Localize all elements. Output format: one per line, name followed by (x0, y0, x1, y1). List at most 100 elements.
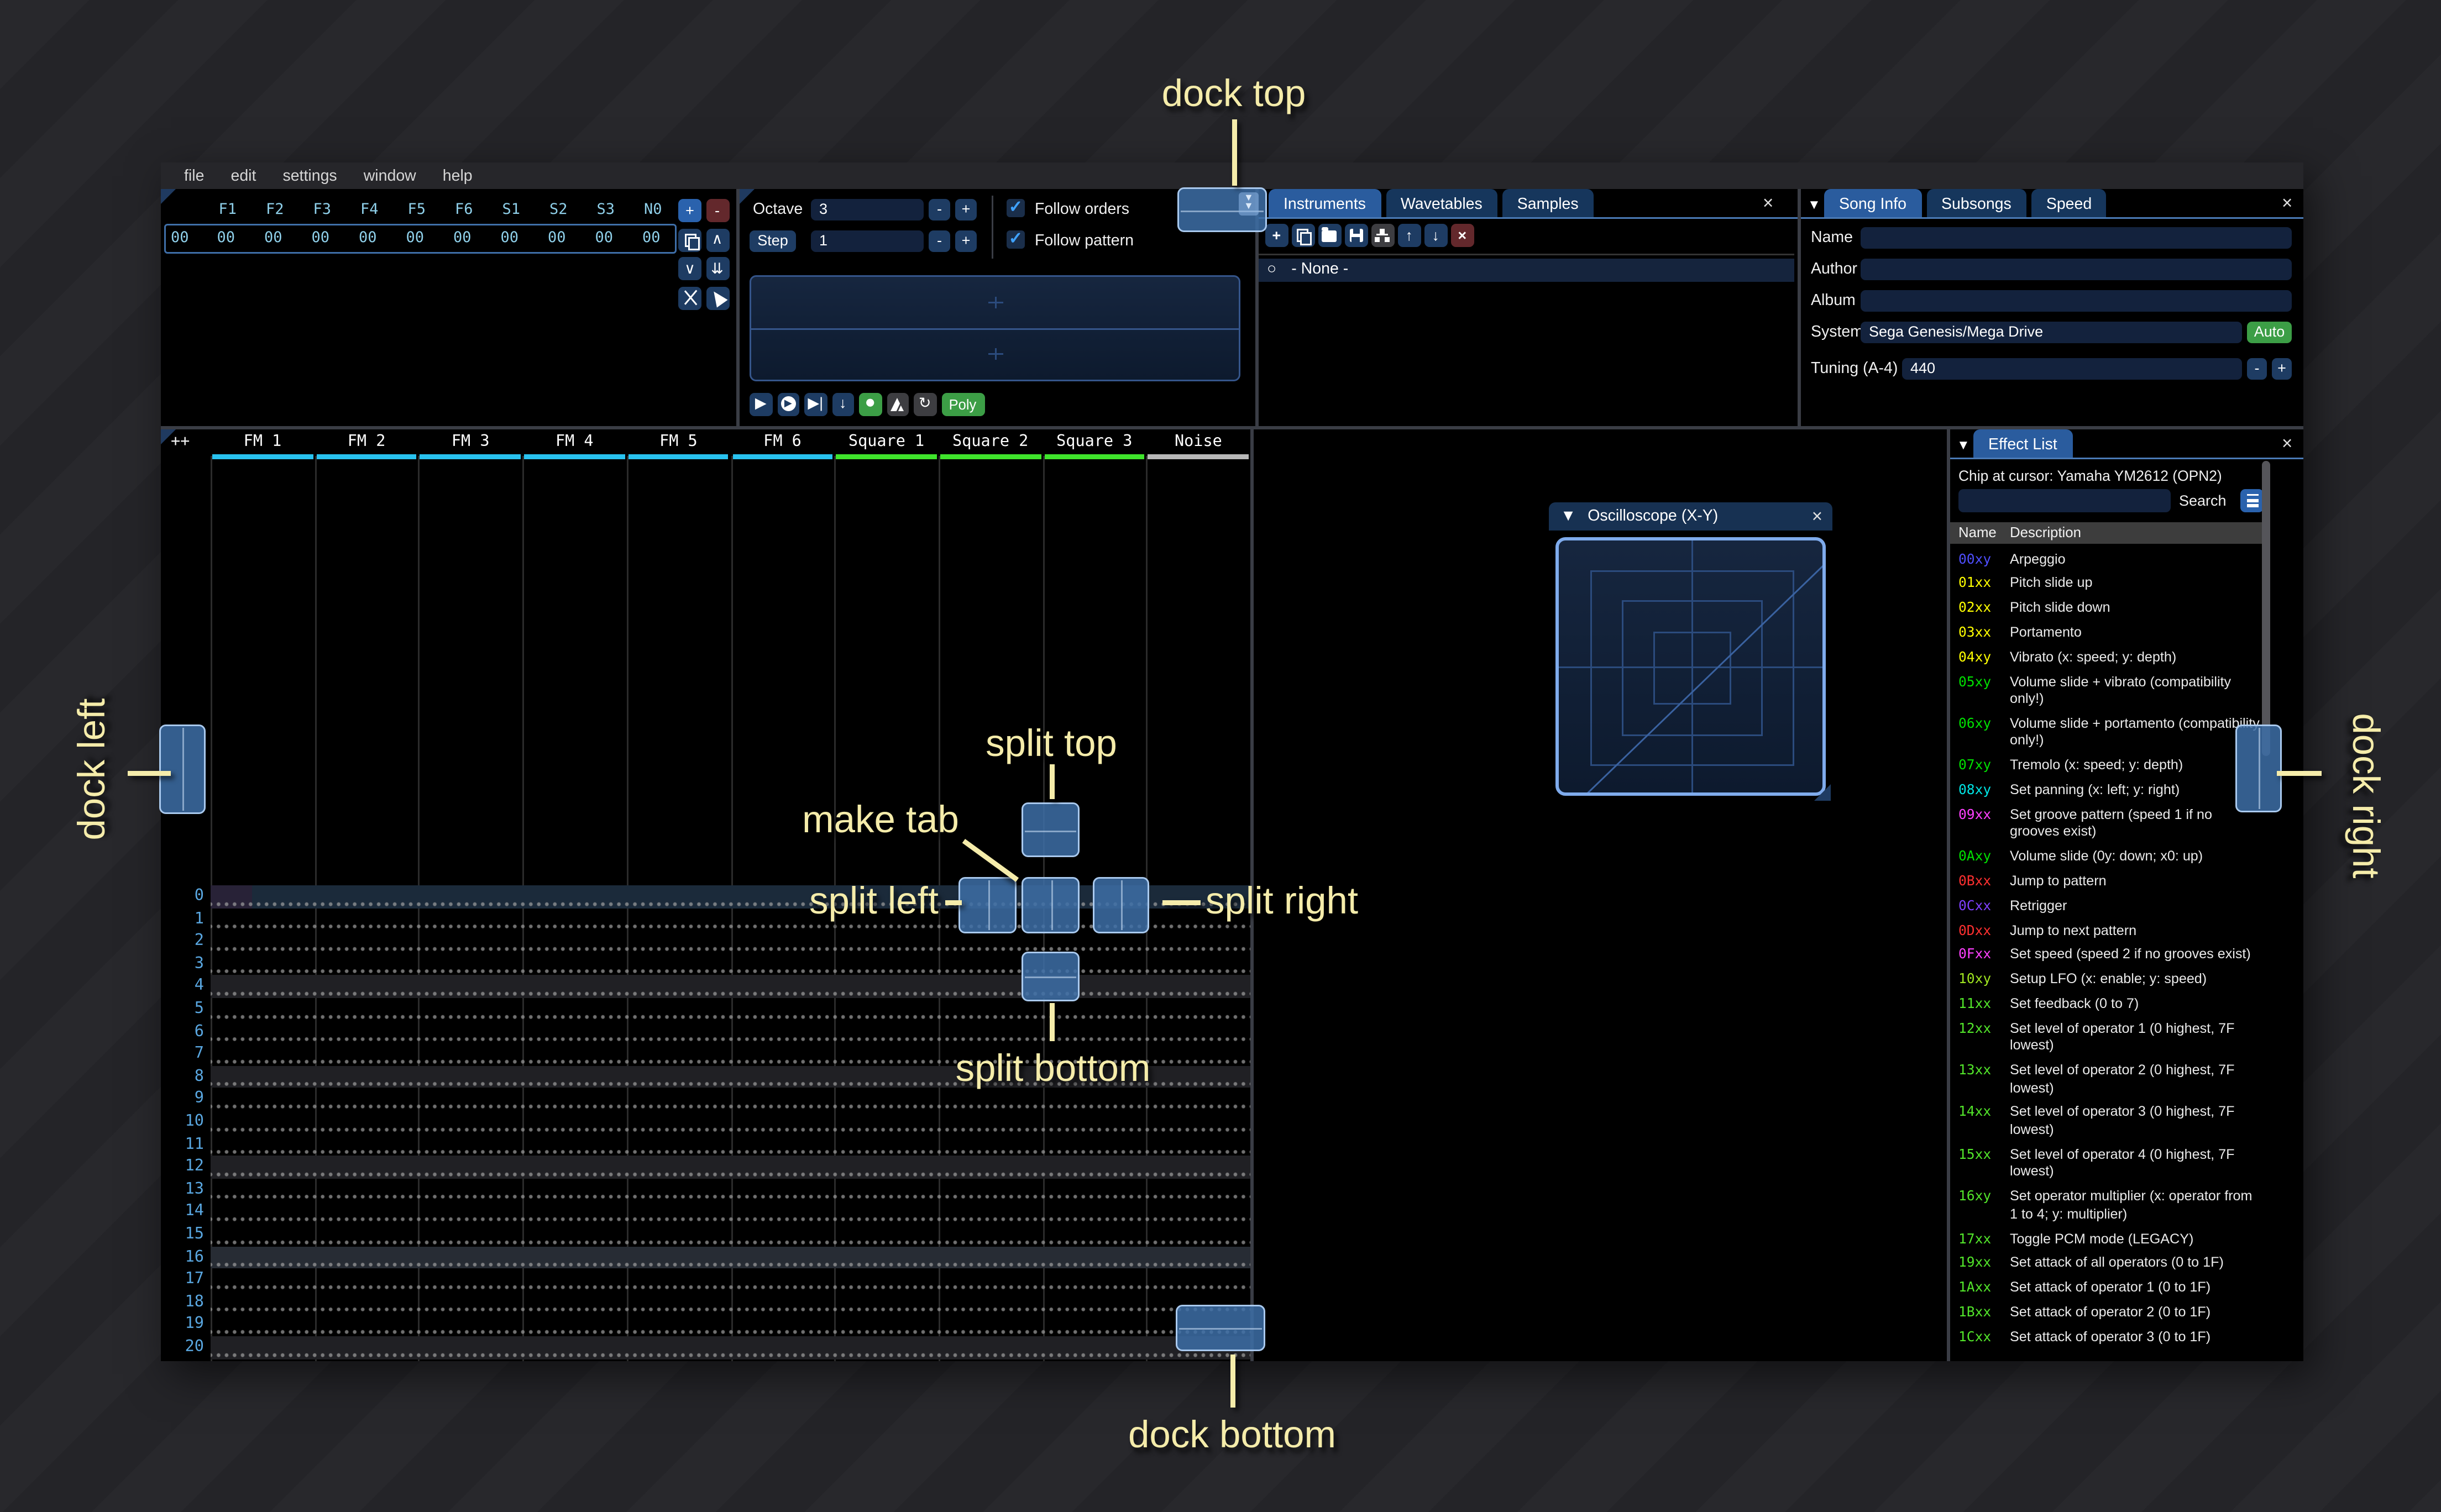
effectlist-close-icon[interactable]: × (2282, 435, 2292, 454)
channel-header-fm-6[interactable]: FM 6 (731, 431, 835, 453)
mouse-select-order-button[interactable] (705, 286, 729, 309)
play-button[interactable]: ▶ (750, 393, 772, 416)
dock-right-handle[interactable] (2235, 725, 2282, 812)
oscilloscope-window[interactable]: ▼ Oscilloscope (X-Y) × (1549, 502, 1832, 802)
effect-row[interactable]: 05xy Volume slide + vibrato (compatibilit… (1950, 669, 2264, 711)
pattern-expand-button[interactable]: ++ (171, 433, 190, 451)
move-down-instrument-button[interactable]: ↓ (1424, 224, 1447, 247)
order-cell[interactable]: 00 (486, 230, 533, 246)
effect-row[interactable]: 0Dxx Jump to next pattern (1950, 917, 2264, 942)
pattern-row[interactable]: 15 (161, 1224, 1250, 1246)
oscilloscope-titlebar[interactable]: ▼ Oscilloscope (X-Y) (1549, 502, 1832, 531)
effect-rows[interactable]: 00xy Arpeggio 01xx Pitch slide up 02xx Pitch … (1950, 547, 2264, 1362)
author-field[interactable] (1861, 258, 2292, 280)
tuning-minus-button[interactable]: - (2247, 357, 2267, 380)
channel-header-square-2[interactable]: Square 2 (939, 431, 1043, 453)
split-left-target[interactable] (958, 877, 1017, 933)
songinfo-collapse-icon[interactable]: ▼ (1808, 197, 1821, 212)
effect-row[interactable]: 1Bxx Set attack of operator 2 (0 to 1F) (1950, 1299, 2264, 1324)
split-bottom-target[interactable] (1022, 952, 1080, 1001)
step-plus-button[interactable]: + (955, 229, 977, 252)
tab-samples[interactable]: Samples (1502, 189, 1594, 219)
effect-row[interactable]: 10xy Setup LFO (x: enable; y: speed) (1950, 967, 2264, 991)
effect-row[interactable]: 04xy Vibrato (x: speed; y: depth) (1950, 644, 2264, 669)
effect-row[interactable]: 17xx Toggle PCM mode (LEGACY) (1950, 1226, 2264, 1250)
move-down-double-order-button[interactable]: ⇊ (705, 257, 729, 280)
effect-row[interactable]: 06xy Volume slide + portamento (compatibi… (1950, 711, 2264, 753)
play-pattern-button[interactable]: ▶ (777, 393, 799, 416)
add-order-button[interactable]: + (678, 199, 701, 222)
channel-header-noise[interactable]: Noise (1146, 431, 1250, 453)
album-field[interactable] (1861, 289, 2292, 312)
system-auto-button[interactable]: Auto (2247, 321, 2292, 343)
oscilloscope-resize-grip[interactable] (1814, 784, 1831, 801)
effect-row[interactable]: 0Cxx Retrigger (1950, 893, 2264, 917)
effect-scrollbar[interactable] (2261, 461, 2270, 756)
oscilloscope-close-icon[interactable]: × (1812, 508, 1822, 527)
oscilloscope-collapse-icon[interactable]: ▼ (1560, 507, 1576, 526)
effect-row[interactable]: 02xx Pitch slide down (1950, 595, 2264, 620)
menu-item-help[interactable]: help (443, 167, 473, 185)
channel-header-square-3[interactable]: Square 3 (1043, 431, 1146, 453)
effect-row[interactable]: 13xx Set level of operator 2 (0 highest, … (1950, 1058, 2264, 1100)
effect-row[interactable]: 16xy Set operator multiplier (x: operator… (1950, 1184, 2264, 1226)
pattern-row[interactable]: 2 (161, 930, 1250, 953)
effect-row[interactable]: 15xx Set level of operator 4 (0 highest, … (1950, 1142, 2264, 1184)
pattern-row[interactable]: 11 (161, 1133, 1250, 1156)
orders-selected-row[interactable]: 00 00 00 00 00 00 00 00 00 00 00 (164, 224, 677, 254)
pattern-row[interactable]: 12 (161, 1156, 1250, 1179)
tab-speed[interactable]: Speed (2031, 189, 2107, 219)
songinfo-close-icon[interactable]: × (2282, 195, 2292, 214)
follow-orders-checkbox[interactable]: ✓ (1007, 199, 1025, 217)
channel-header-fm-4[interactable]: FM 4 (522, 431, 626, 453)
move-up-instrument-button[interactable]: ↑ (1398, 224, 1421, 247)
pattern-editor[interactable]: ++ FM 1 FM 2 FM 3 FM 4 FM 5 FM 6 Square 1 Squar… (161, 429, 1250, 1361)
order-cell[interactable]: 00 (533, 230, 581, 246)
pattern-row[interactable]: 19 (161, 1314, 1250, 1336)
tuning-plus-button[interactable]: + (2272, 357, 2292, 380)
effect-row[interactable]: 14xx Set level of operator 3 (0 highest, … (1950, 1100, 2264, 1142)
play-from-cursor-button[interactable]: ▶| (804, 393, 827, 416)
order-cell[interactable]: 00 (297, 230, 344, 246)
pattern-row[interactable]: 1 (161, 907, 1250, 931)
tab-wavetables[interactable]: Wavetables (1385, 189, 1497, 219)
metronome-button[interactable] (886, 393, 909, 416)
effect-row[interactable]: 0Bxx Jump to pattern (1950, 869, 2264, 893)
order-cell[interactable]: 00 (628, 230, 675, 246)
order-cell[interactable]: 00 (580, 230, 628, 246)
dock-bottom-handle[interactable] (1176, 1305, 1265, 1351)
remove-order-button[interactable]: - (705, 199, 729, 222)
step-button[interactable]: Step (750, 229, 796, 252)
effect-row[interactable]: 00xy Arpeggio (1950, 547, 2264, 571)
split-top-target[interactable] (1022, 802, 1080, 857)
pattern-row[interactable]: 3 (161, 953, 1250, 976)
pattern-row[interactable]: 13 (161, 1178, 1250, 1201)
effect-row[interactable]: 09xx Set groove pattern (speed 1 if no gr… (1950, 802, 2264, 844)
duplicate-order-button[interactable] (678, 228, 701, 251)
effect-row[interactable]: 1Axx Set attack of operator 1 (0 to 1F) (1950, 1275, 2264, 1299)
deep-clone-order-button[interactable] (678, 286, 701, 309)
step-input[interactable]: 1 (811, 229, 924, 252)
pattern-row[interactable]: 14 (161, 1201, 1250, 1224)
order-cell[interactable]: 00 (439, 230, 486, 246)
duplicate-instrument-button[interactable] (1292, 224, 1314, 247)
octave-minus-button[interactable]: - (929, 198, 950, 221)
tab-subsongs[interactable]: Subsongs (1926, 189, 2026, 219)
effect-row[interactable]: 11xx Set feedback (0 to 7) (1950, 991, 2264, 1015)
effect-table-header[interactable]: Name Description (1950, 521, 2264, 544)
pattern-row[interactable]: 6 (161, 1020, 1250, 1043)
channel-header-fm-3[interactable]: FM 3 (418, 431, 522, 453)
menu-item-window[interactable]: window (364, 167, 416, 185)
channel-header-fm-1[interactable]: FM 1 (211, 431, 315, 453)
effect-row[interactable]: 19xx Set attack of all operators (0 to 1F… (1950, 1251, 2264, 1275)
step-minus-button[interactable]: - (929, 229, 950, 252)
tab-effect-list[interactable]: Effect List (1973, 429, 2072, 459)
channel-header-fm-2[interactable]: FM 2 (315, 431, 418, 453)
system-field[interactable]: Sega Genesis/Mega Drive (1861, 321, 2242, 343)
repeat-button[interactable]: ↻ (914, 393, 936, 416)
delete-instrument-button[interactable]: × (1451, 224, 1474, 247)
effect-row[interactable]: 03xx Portamento (1950, 620, 2264, 644)
pattern-row[interactable]: 4 (161, 975, 1250, 998)
effect-row[interactable]: 12xx Set level of operator 1 (0 highest, … (1950, 1016, 2264, 1058)
pattern-row[interactable]: 16 (161, 1246, 1250, 1269)
